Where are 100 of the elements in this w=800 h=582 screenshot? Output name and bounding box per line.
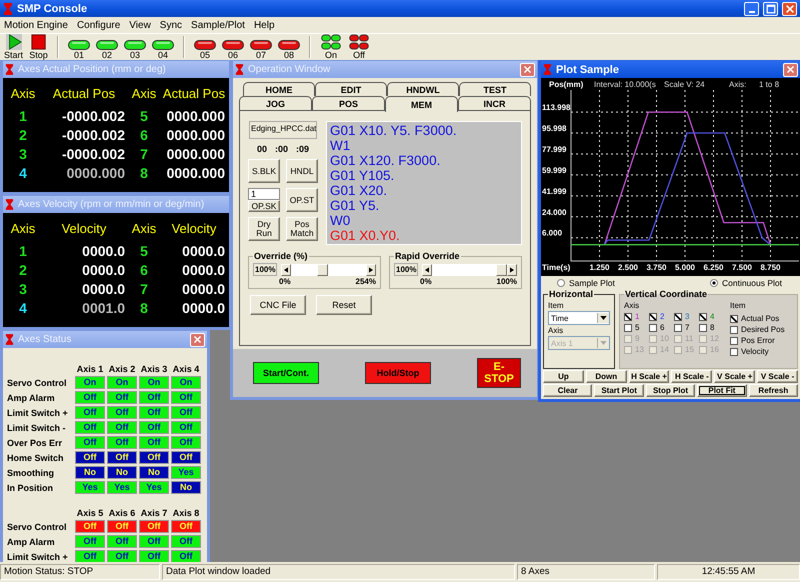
control-button[interactable]: HNDL — [286, 159, 318, 183]
menu-item[interactable]: Sample/Plot — [191, 20, 245, 30]
checkbox-option[interactable]: 8 — [699, 323, 724, 332]
plot-button[interactable]: Clear — [543, 384, 592, 397]
tab[interactable]: POS — [312, 96, 385, 110]
checkbox[interactable] — [649, 312, 657, 320]
plot-button[interactable]: V Scale + — [714, 370, 756, 383]
toolbar-button[interactable]: 06 — [220, 34, 246, 60]
plot-info-text: Interval: 10.000(s — [594, 80, 657, 88]
radio-circle[interactable] — [557, 279, 565, 287]
tab[interactable]: JOG — [239, 96, 312, 110]
toolbar-button[interactable]: 08 — [276, 34, 302, 60]
checkbox-option[interactable]: Desired Pos — [730, 325, 793, 334]
checkbox-option[interactable]: 3 — [674, 312, 699, 321]
plot-button[interactable]: Up — [543, 370, 584, 383]
scale-label: 0% — [279, 277, 291, 286]
action-button[interactable]: Start/Cont. — [253, 362, 319, 384]
maximize-button[interactable] — [763, 2, 778, 16]
toolbar-button[interactable]: 04 — [150, 34, 176, 60]
menu-item[interactable]: Configure — [76, 20, 120, 30]
control-button[interactable]: S.BLK — [248, 159, 280, 183]
slider-thumb[interactable] — [496, 264, 507, 276]
radio-circle[interactable] — [710, 279, 718, 287]
action-button[interactable]: Reset — [316, 295, 372, 315]
dropdown-arrow-icon[interactable] — [597, 313, 609, 323]
scroll-left-button[interactable] — [422, 264, 432, 276]
program-line: G01 X10. Y5. F3000. — [330, 123, 458, 138]
toolbar-button[interactable]: 03 — [122, 34, 148, 60]
close-button[interactable] — [190, 332, 205, 346]
action-button[interactable]: E-STOP — [477, 358, 521, 388]
menu-item[interactable]: Help — [254, 20, 275, 30]
plot-button[interactable]: Plot Fit — [697, 384, 747, 397]
toolbar-button[interactable]: Stop — [27, 34, 50, 60]
dropdown-field[interactable]: Time — [548, 311, 610, 325]
axis-tick-label: 3.750 — [646, 263, 667, 272]
close-button[interactable] — [520, 62, 535, 76]
close-icon — [523, 65, 532, 74]
menu-item[interactable]: Motion Engine — [4, 20, 68, 30]
plot-button[interactable]: H Scale - — [671, 370, 712, 383]
toolbar-button[interactable]: On — [318, 34, 344, 60]
column-header: Axis — [10, 220, 36, 236]
plot-button[interactable]: Stop Plot — [646, 384, 696, 397]
checkbox-option[interactable]: 5 — [624, 323, 649, 332]
control-button[interactable]: Dry Run — [248, 217, 280, 241]
toolbar-button[interactable]: 01 — [66, 34, 92, 60]
toolbar-button[interactable]: 05 — [192, 34, 218, 60]
control-button[interactable]: Pos Match — [286, 217, 318, 241]
plot-button[interactable]: H Scale + — [628, 370, 670, 383]
plot-button[interactable]: V Scale - — [757, 370, 798, 383]
minimize-button[interactable] — [744, 2, 759, 16]
plot-button[interactable]: Start Plot — [594, 384, 644, 397]
slider-thumb[interactable] — [316, 264, 328, 276]
status-field: 12:45:55 AM — [657, 564, 800, 580]
toolbar-button[interactable]: Off — [346, 34, 372, 60]
radio-option[interactable]: Sample Plot — [557, 278, 615, 288]
toolbar-button[interactable]: 02 — [94, 34, 120, 60]
tab[interactable]: HNDWL — [387, 82, 459, 96]
checkbox[interactable] — [730, 314, 738, 322]
checkbox-option[interactable]: Pos Error — [730, 336, 793, 345]
action-button[interactable]: Hold/Stop — [365, 362, 431, 384]
checkbox[interactable] — [674, 312, 682, 320]
checkbox-option[interactable]: 2 — [649, 312, 674, 321]
control-button[interactable]: OP.ST — [286, 188, 318, 212]
control-button[interactable]: OP.SK — [248, 200, 280, 212]
toolbar-button[interactable]: Start — [2, 34, 26, 60]
plot-button[interactable]: Refresh — [748, 384, 798, 397]
radio-option[interactable]: Continuous Plot — [710, 278, 782, 288]
checkbox[interactable] — [649, 324, 657, 332]
checkbox-option[interactable]: 7 — [674, 323, 699, 332]
tab[interactable]: TEST — [459, 82, 531, 96]
close-icon — [786, 65, 795, 74]
input-field[interactable]: 1 — [248, 188, 280, 200]
menu-item[interactable]: Sync — [160, 20, 182, 30]
close-button[interactable] — [782, 2, 797, 16]
close-button[interactable] — [783, 62, 798, 76]
checkbox[interactable] — [699, 324, 707, 332]
checkbox[interactable] — [624, 312, 632, 320]
action-button[interactable]: CNC File — [250, 295, 306, 315]
tab[interactable]: HOME — [243, 82, 315, 96]
menu-item[interactable]: View — [129, 20, 151, 30]
scroll-right-button[interactable] — [366, 264, 376, 276]
tab[interactable]: INCR — [458, 96, 531, 110]
checkbox[interactable] — [730, 336, 738, 344]
row-label: Limit Switch + — [7, 552, 69, 562]
scroll-right-button[interactable] — [507, 264, 517, 276]
checkbox[interactable] — [730, 348, 738, 356]
checkbox[interactable] — [730, 326, 738, 334]
column-header: Actual Pos — [162, 86, 226, 100]
checkbox[interactable] — [674, 324, 682, 332]
checkbox-option[interactable]: 6 — [649, 323, 674, 332]
checkbox[interactable] — [624, 324, 632, 332]
status-indicator: On — [75, 376, 105, 389]
checkbox-option[interactable]: Velocity — [730, 347, 793, 356]
checkbox-option[interactable]: Actual Pos — [730, 314, 793, 323]
tab[interactable]: EDIT — [315, 82, 387, 96]
scroll-left-button[interactable] — [281, 264, 292, 276]
checkbox[interactable] — [699, 312, 707, 320]
tab[interactable]: MEM — [385, 96, 458, 112]
toolbar-button[interactable]: 07 — [248, 34, 274, 60]
plot-button[interactable]: Down — [586, 370, 627, 383]
